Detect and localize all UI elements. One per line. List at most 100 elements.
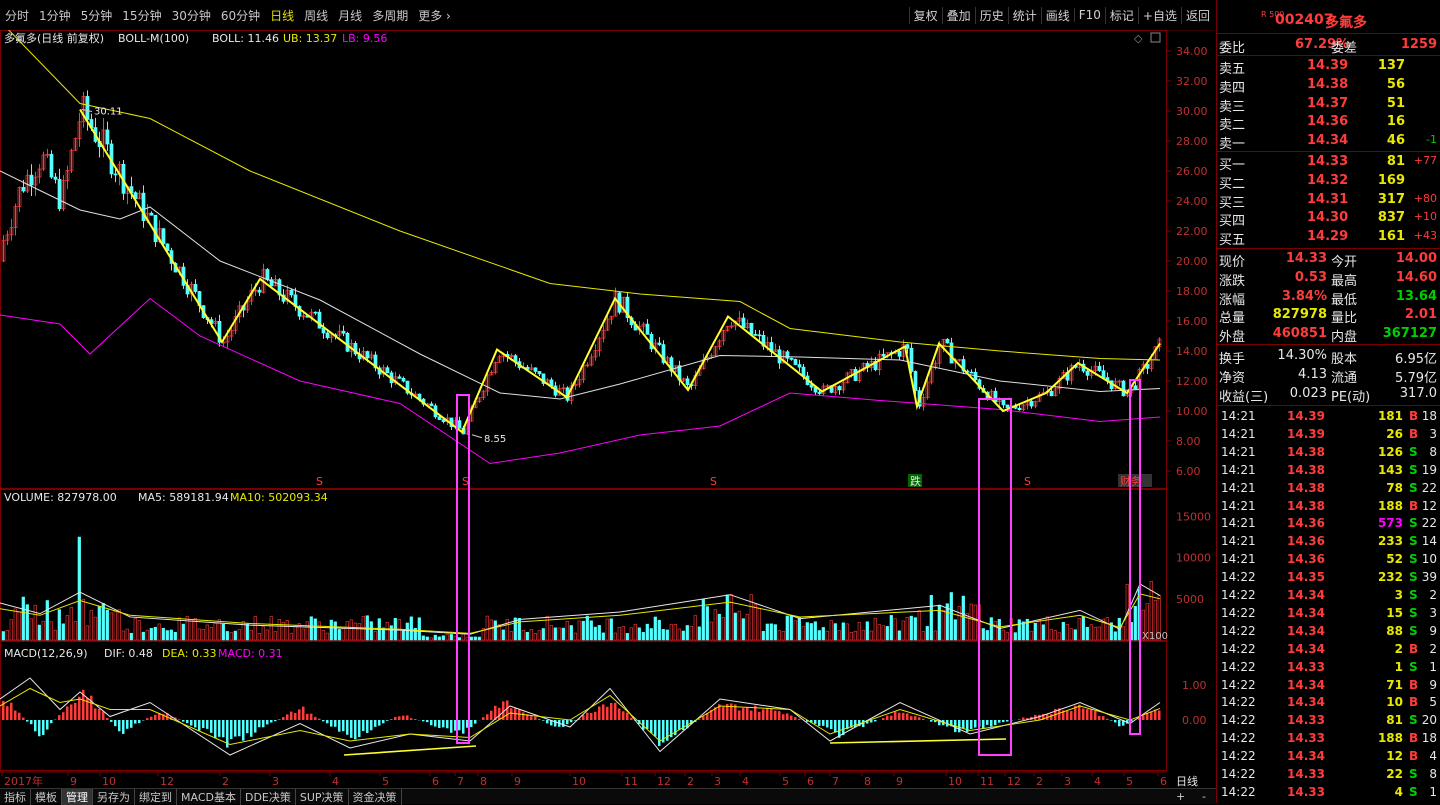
- date-axis-label: 2: [1036, 775, 1043, 788]
- macd-divergence-line: [344, 746, 476, 755]
- volume-axis-label: 10000: [1176, 552, 1211, 565]
- volume-bar: [86, 626, 89, 640]
- period-tab-0[interactable]: 分时: [0, 7, 34, 24]
- bottom-tab-3[interactable]: 另存为: [93, 789, 135, 805]
- macd-bar: [390, 719, 393, 720]
- bottom-tab-4[interactable]: 绑定到: [135, 789, 177, 805]
- price-axis-label: 28.00: [1176, 135, 1208, 148]
- macd-bar: [650, 720, 653, 733]
- period-tab-7[interactable]: 周线: [299, 7, 333, 24]
- volume-bar: [1134, 606, 1137, 640]
- fundamental-label: PE(动): [1331, 386, 1370, 405]
- bottom-tab-0[interactable]: 指标: [0, 789, 31, 805]
- bottom-tab-8[interactable]: 资金决策: [349, 789, 402, 805]
- period-tab-1[interactable]: 1分钟: [34, 7, 76, 24]
- period-tab-6[interactable]: 日线: [265, 7, 299, 24]
- tool-button-4[interactable]: 画线: [1041, 7, 1074, 24]
- tool-button-3[interactable]: 统计: [1008, 7, 1041, 24]
- stat-value: 827978: [1273, 307, 1327, 322]
- tick-count: 39: [1422, 570, 1437, 584]
- macd-bar: [462, 720, 465, 734]
- bottom-tab-2[interactable]: 管理: [62, 789, 93, 805]
- macd-bar: [330, 720, 333, 727]
- volume-bar: [106, 610, 109, 640]
- chart-tools: 复权叠加历史统计画线F10标记+自选返回: [909, 0, 1214, 30]
- period-tab-9[interactable]: 多周期: [367, 7, 413, 24]
- macd-bar: [306, 714, 309, 720]
- candle-body: [402, 378, 405, 381]
- bottom-tab-6[interactable]: DDE决策: [241, 789, 296, 805]
- high-price-label: 30.11: [94, 107, 123, 118]
- kline-chart[interactable]: 30.118.55SSS跌S财务 34.0032.0030.0028.0026.…: [0, 30, 1216, 790]
- zoom-in-button[interactable]: +: [1176, 790, 1185, 803]
- volume-bar: [74, 622, 77, 640]
- volume-ma5-line: [0, 584, 1160, 634]
- macd-bar: [342, 720, 345, 731]
- volume-bar: [794, 621, 797, 640]
- price-axis-label: 34.00: [1176, 45, 1208, 58]
- tool-button-5[interactable]: F10: [1074, 8, 1105, 22]
- candle-body: [1098, 366, 1101, 370]
- tool-button-7[interactable]: +自选: [1138, 7, 1181, 24]
- tool-button-1[interactable]: 叠加: [942, 7, 975, 24]
- volume-bar: [646, 624, 649, 640]
- period-tab-2[interactable]: 5分钟: [76, 7, 118, 24]
- macd-bar: [18, 713, 21, 720]
- volume-bar: [970, 604, 973, 640]
- bottom-tab-5[interactable]: MACD基本: [177, 789, 241, 805]
- tick-side: S: [1409, 570, 1418, 584]
- maximize-icon[interactable]: [1151, 33, 1160, 42]
- period-tab-4[interactable]: 30分钟: [167, 7, 216, 24]
- tick-row-17: 14:2214.3381S20: [1217, 712, 1440, 730]
- volume-bar: [734, 613, 737, 640]
- volume-bar: [866, 622, 869, 640]
- volume-bar: [22, 597, 25, 640]
- zoom-out-button[interactable]: -: [1202, 790, 1206, 803]
- tool-button-2[interactable]: 历史: [975, 7, 1008, 24]
- volume-bar: [958, 607, 961, 640]
- candle-body: [906, 345, 909, 349]
- stat-value: 2.01: [1405, 307, 1437, 322]
- date-axis-label: 9: [70, 775, 77, 788]
- volume-bar: [302, 629, 305, 640]
- bottom-tab-1[interactable]: 模板: [31, 789, 62, 805]
- macd-bar: [422, 720, 425, 721]
- macd-bar: [394, 717, 397, 720]
- macd-bar: [286, 714, 289, 720]
- bid-change: +80: [1414, 192, 1437, 205]
- macd-bar: [902, 713, 905, 720]
- bottom-tab-7[interactable]: SUP决策: [296, 789, 349, 805]
- tick-row-10: 14:2214.343S2: [1217, 587, 1440, 605]
- candle-body: [194, 284, 197, 291]
- macd-bar: [290, 712, 293, 720]
- tool-button-6[interactable]: 标记: [1105, 7, 1138, 24]
- date-axis-label: 5: [782, 775, 789, 788]
- boll-ub-value: UB: 13.37: [283, 32, 337, 45]
- volume-bar: [590, 621, 593, 640]
- period-tab-3[interactable]: 15分钟: [117, 7, 166, 24]
- volume-bar: [386, 622, 389, 640]
- tick-count: 2: [1429, 588, 1437, 602]
- tick-side: B: [1409, 409, 1418, 423]
- volume-bar: [334, 622, 337, 640]
- date-axis-label: 6: [807, 775, 814, 788]
- tick-time: 14:21: [1221, 481, 1256, 495]
- macd-bar: [1110, 720, 1113, 721]
- tool-button-8[interactable]: 返回: [1181, 7, 1214, 24]
- macd-bar: [914, 716, 917, 720]
- period-tab-8[interactable]: 月线: [333, 7, 367, 24]
- volume-bar: [602, 633, 605, 640]
- date-axis-label: 11: [980, 775, 994, 788]
- period-tab-5[interactable]: 60分钟: [216, 7, 265, 24]
- bid-price: 14.32: [1307, 173, 1348, 188]
- stat-value: 14.00: [1396, 251, 1437, 266]
- tick-time: 14:21: [1221, 463, 1256, 477]
- macd-bar: [606, 707, 609, 720]
- dif-line: [0, 678, 1160, 755]
- diamond-icon[interactable]: ◇: [1134, 32, 1143, 45]
- tick-side: B: [1409, 427, 1418, 441]
- tool-button-0[interactable]: 复权: [909, 7, 942, 24]
- macd-bar: [202, 720, 205, 728]
- tick-count: 8: [1429, 445, 1437, 459]
- period-tab-10[interactable]: 更多 ›: [413, 7, 456, 24]
